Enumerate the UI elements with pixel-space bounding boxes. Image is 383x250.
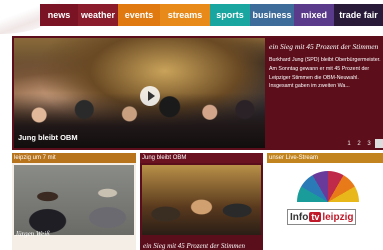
nav-trade-fair[interactable]: trade fair: [334, 4, 383, 26]
infotv-logo[interactable]: Info tv leipzig: [269, 165, 383, 248]
panel-caption[interactable]: ein Sieg mit 45 Prozent der Stimmen: [143, 242, 245, 250]
panel-jung-bleibt-obm: Jung bleibt OBM ein Sieg mit 45 Prozent …: [140, 153, 263, 250]
panel-leipzig-um-7: leipzig um 7 mit Jürgen Weiß: [12, 153, 136, 250]
nav-sports[interactable]: sports: [210, 4, 250, 26]
pager-page-3[interactable]: 3: [365, 141, 373, 147]
hero-feature: Jung bleibt OBM ein Sieg mit 45 Prozent …: [12, 36, 383, 150]
pager-next[interactable]: [375, 139, 383, 148]
logo-city-text: leipzig: [322, 211, 354, 223]
hero-summary: ein Sieg mit 45 Prozent der Stimmen Burk…: [269, 42, 383, 132]
pager-page-1[interactable]: 1: [345, 141, 353, 147]
hero-caption: Jung bleibt OBM: [18, 133, 78, 142]
nav-weather[interactable]: weather: [78, 4, 118, 26]
main-nav: news weather events streams sports busin…: [40, 4, 383, 26]
panel-live-stream: unser Live-Stream Info tv leipzig: [267, 153, 383, 250]
hero-summary-title[interactable]: ein Sieg mit 45 Prozent der Stimmen: [269, 42, 383, 51]
logo-wordmark: Info tv leipzig: [287, 209, 357, 225]
panel-thumbnail[interactable]: [142, 165, 261, 235]
nav-business[interactable]: business: [250, 4, 294, 26]
nav-events[interactable]: events: [118, 4, 160, 26]
play-icon[interactable]: [140, 86, 160, 106]
hero-pager: 1 2 3: [345, 139, 383, 148]
panel-header[interactable]: unser Live-Stream: [267, 153, 383, 163]
pager-page-2[interactable]: 2: [355, 141, 363, 147]
panel-thumbnail[interactable]: [14, 165, 134, 235]
panel-caption[interactable]: Jürgen Weiß: [15, 230, 50, 238]
nav-mixed[interactable]: mixed: [294, 4, 334, 26]
logo-info-text: Info: [290, 211, 309, 223]
hero-summary-text: Burkhard Jung (SPD) bleibt Oberbürgermei…: [269, 57, 381, 90]
nav-streams[interactable]: streams: [160, 4, 210, 26]
panel-header[interactable]: leipzig um 7 mit: [12, 153, 136, 163]
nav-news[interactable]: news: [40, 4, 78, 26]
hero-video[interactable]: Jung bleibt OBM: [14, 38, 265, 148]
logo-tv-text: tv: [309, 212, 322, 222]
panel-header[interactable]: Jung bleibt OBM: [140, 153, 263, 163]
